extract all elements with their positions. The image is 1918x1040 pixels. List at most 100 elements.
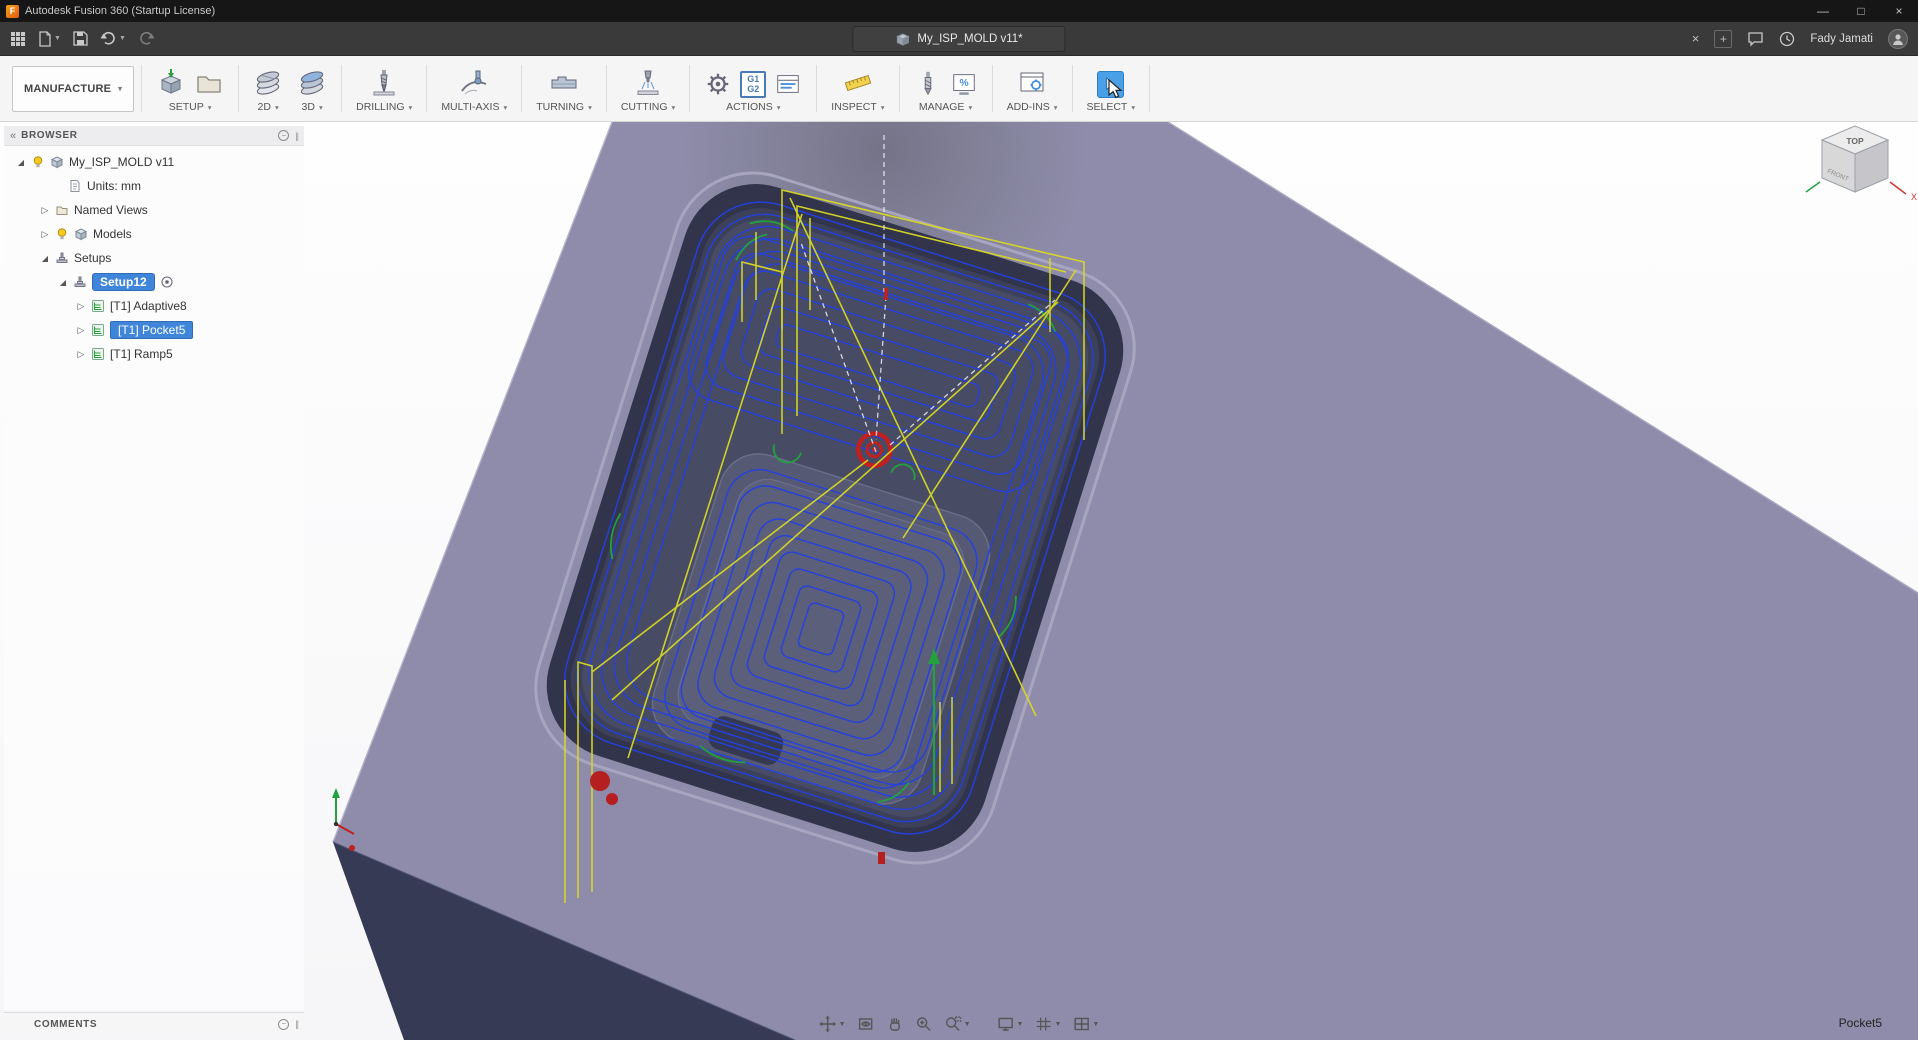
ribbon-separator: [991, 65, 993, 112]
ribbon-item-turning[interactable]: TURNING ▾: [529, 56, 599, 121]
panel-grip-handle[interactable]: ||: [295, 131, 299, 141]
undo-button[interactable]: ▼: [100, 31, 126, 46]
close-button[interactable]: ×: [1880, 0, 1918, 22]
document-icon: [70, 180, 80, 192]
component-icon: [74, 228, 88, 241]
file-menu-button[interactable]: ▼: [38, 30, 61, 47]
folder-icon: [56, 206, 68, 215]
scripts-addins-icon[interactable]: [1017, 68, 1047, 98]
expand-toggle-icon[interactable]: ▷: [40, 205, 50, 216]
active-setup-label[interactable]: Setup12: [92, 273, 155, 291]
workspace-switcher[interactable]: MANUFACTURE ▾: [12, 65, 135, 112]
user-avatar[interactable]: [1888, 28, 1908, 49]
chevron-down-icon: ▾: [1053, 102, 1058, 112]
zoom-button[interactable]: [912, 1013, 936, 1035]
visibility-bulb-icon[interactable]: [55, 227, 69, 241]
expand-toggle-icon[interactable]: ◢: [16, 158, 26, 167]
ribbon-item-2d[interactable]: 2D ▾: [246, 56, 290, 121]
ribbon-item-actions[interactable]: G1 G2 ACTIONS ▾: [697, 56, 809, 121]
ribbon-item-multi-axis[interactable]: MULTI-AXIS ▾: [434, 56, 514, 121]
chevron-down-icon: ▾: [118, 84, 123, 93]
user-name-label[interactable]: Fady Jamati: [1810, 33, 1873, 45]
expand-toggle-icon[interactable]: ▷: [76, 349, 86, 360]
pan-button[interactable]: [883, 1013, 907, 1035]
milling-3d-icon[interactable]: [297, 68, 327, 98]
maximize-button[interactable]: □: [1842, 0, 1880, 22]
nc-code-icon[interactable]: G1 G2: [740, 71, 767, 98]
new-setup-icon[interactable]: [156, 68, 186, 98]
drilling-icon[interactable]: [369, 68, 399, 98]
tree-row-root-component[interactable]: ◢ My_ISP_MOLD v11: [4, 150, 304, 174]
viewports-button[interactable]: ▼: [1069, 1013, 1102, 1035]
selected-operation-label[interactable]: [T1] Pocket5: [110, 321, 194, 339]
close-tab-button[interactable]: ×: [1692, 31, 1700, 46]
document-tab[interactable]: My_ISP_MOLD v11*: [852, 26, 1066, 52]
look-at-button[interactable]: [854, 1013, 878, 1035]
new-tab-button[interactable]: +: [1714, 29, 1733, 48]
ribbon-item-drilling[interactable]: DRILLING ▾: [349, 56, 419, 121]
tree-row-named-views[interactable]: ▷ Named Views: [4, 198, 304, 222]
active-target-icon[interactable]: [160, 275, 174, 289]
tree-item-label: [T1] Ramp5: [110, 347, 173, 361]
ribbon-item-3d[interactable]: 3D ▾: [290, 56, 334, 121]
tree-row-setups[interactable]: ◢ Setups: [4, 246, 304, 270]
cutting-icon[interactable]: [633, 68, 663, 98]
expand-toggle-icon[interactable]: ▷: [76, 301, 86, 312]
orbit-button[interactable]: ▼: [816, 1013, 849, 1035]
zoom-window-button[interactable]: ▼: [941, 1013, 974, 1035]
comments-panel[interactable]: COMMENTS − ||: [4, 1012, 304, 1035]
appbar: ▼ ▼ My_ISP_MOLD v11* × + Fady Jamati: [0, 22, 1918, 56]
nc-code-line2: G2: [747, 83, 760, 94]
expand-toggle-icon[interactable]: ◢: [58, 278, 68, 287]
app-grid-icon[interactable]: [10, 31, 26, 47]
tree-row-adaptive8[interactable]: ▷ [T1] Adaptive8: [4, 294, 304, 318]
tree-row-pocket5[interactable]: ▷ [T1] Pocket5: [4, 318, 304, 342]
measure-icon[interactable]: [843, 68, 873, 98]
viewcube-top-label[interactable]: TOP: [1846, 136, 1864, 146]
multi-axis-icon[interactable]: [459, 68, 489, 98]
percent-glyph: %: [959, 78, 968, 89]
expand-toggle-icon[interactable]: ▷: [40, 229, 50, 240]
select-tool-active[interactable]: [1097, 71, 1125, 99]
chevron-down-icon: ▾: [207, 102, 212, 112]
chevron-down-icon: ▼: [54, 35, 61, 42]
part-body[interactable]: [332, 121, 1918, 1040]
ribbon-item-select[interactable]: SELECT ▾: [1080, 56, 1143, 121]
redo-button[interactable]: [138, 31, 155, 46]
browser-tree: ◢ My_ISP_MOLD v11 Units: mm ▷ Named View…: [4, 146, 304, 366]
panel-options-button[interactable]: −: [278, 130, 290, 141]
visibility-bulb-icon[interactable]: [31, 155, 45, 169]
new-folder-icon[interactable]: [194, 68, 224, 98]
job-status-clock-icon[interactable]: [1779, 31, 1795, 47]
ribbon-item-label: SETUP: [168, 101, 204, 113]
post-process-icon[interactable]: [704, 70, 732, 98]
display-settings-button[interactable]: ▼: [994, 1013, 1027, 1035]
panel-collapse-icon[interactable]: «: [10, 130, 16, 142]
grid-snaps-button[interactable]: ▼: [1031, 1013, 1064, 1035]
expand-toggle-icon[interactable]: ◢: [40, 254, 50, 263]
comments-bubble-icon[interactable]: [1747, 31, 1764, 47]
chevron-down-icon: ▼: [1054, 1020, 1062, 1028]
ribbon-item-cutting[interactable]: CUTTING ▾: [614, 56, 682, 121]
fusion-logo: F: [6, 4, 19, 18]
minimize-button[interactable]: —: [1804, 0, 1842, 22]
tree-row-models[interactable]: ▷ Models: [4, 222, 304, 246]
tree-row-ramp5[interactable]: ▷ [T1] Ramp5: [4, 342, 304, 366]
comments-options-button[interactable]: −: [278, 1018, 290, 1030]
titlebar: F Autodesk Fusion 360 (Startup License) …: [0, 0, 1918, 22]
expand-toggle-icon[interactable]: ▷: [76, 325, 86, 336]
machining-time-icon[interactable]: %: [950, 70, 978, 98]
simulate-icon[interactable]: [774, 70, 802, 98]
tree-row-units[interactable]: Units: mm: [4, 174, 304, 198]
view-cube[interactable]: TOP FRONT X: [1805, 125, 1917, 202]
turning-icon[interactable]: [549, 68, 579, 98]
ribbon-item-inspect[interactable]: INSPECT ▾: [824, 56, 891, 121]
save-button[interactable]: [73, 31, 88, 46]
milling-2d-icon[interactable]: [253, 68, 283, 98]
ribbon-item-manage[interactable]: % MANAGE ▾: [907, 56, 985, 121]
ribbon-item-setup[interactable]: SETUP ▾: [149, 56, 231, 121]
comments-grip-handle[interactable]: ||: [295, 1019, 299, 1029]
ribbon-item-add-ins[interactable]: ADD-INS ▾: [1000, 56, 1065, 121]
tool-library-icon[interactable]: [914, 70, 942, 98]
tree-row-setup12[interactable]: ◢ Setup12: [4, 270, 304, 294]
